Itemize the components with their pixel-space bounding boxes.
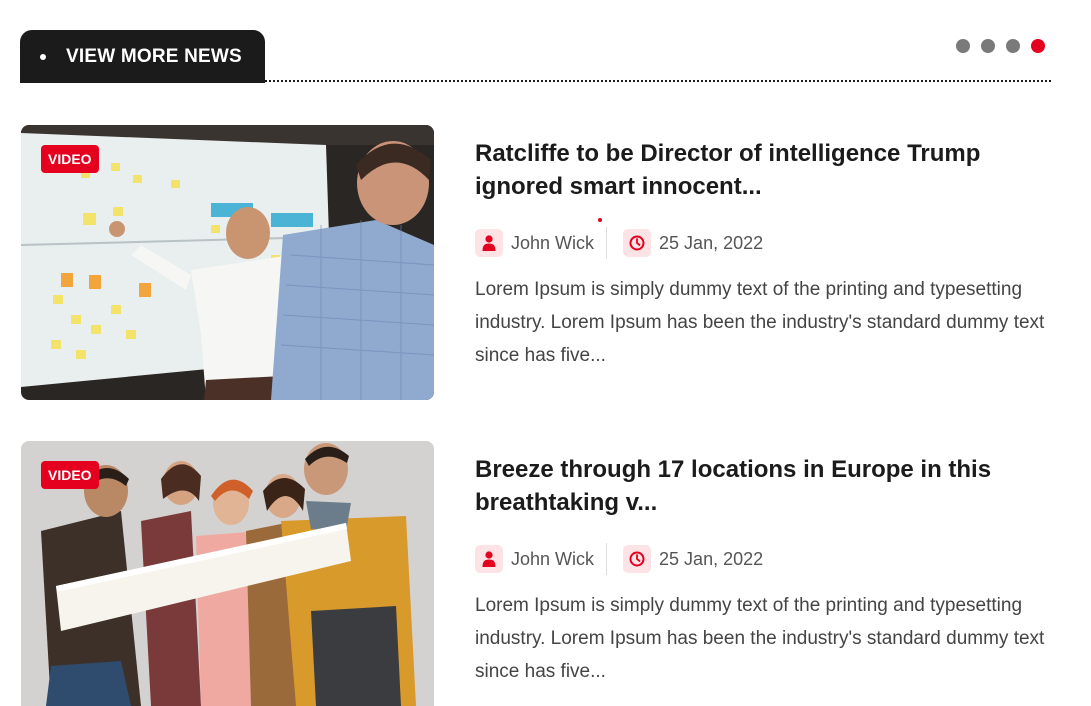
article-excerpt: Lorem Ipsum is simply dummy text of the … xyxy=(475,595,1045,682)
user-icon xyxy=(475,545,503,573)
article-body: Ratcliffe to be Director of intelligence… xyxy=(475,137,1045,372)
author-meta[interactable]: John Wick xyxy=(475,229,594,257)
article-title[interactable]: Ratcliffe to be Director of intelligence… xyxy=(475,137,1045,203)
clock-icon xyxy=(623,229,652,257)
video-badge: VIDEO xyxy=(41,461,99,489)
date-meta: 25 Jan, 2022 xyxy=(623,545,763,573)
video-badge: VIDEO xyxy=(41,145,99,173)
author-meta[interactable]: John Wick xyxy=(475,545,594,573)
article-title[interactable]: Breeze through 17 locations in Europe in… xyxy=(475,453,1045,519)
pagination-dot-1[interactable] xyxy=(956,39,970,53)
view-more-news-tab[interactable]: VIEW MORE NEWS xyxy=(20,30,265,83)
dotted-divider xyxy=(265,80,1051,82)
publish-date: 25 Jan, 2022 xyxy=(659,548,764,569)
article-excerpt: Lorem Ipsum is simply dummy text of the … xyxy=(475,279,1045,366)
pagination-dot-3[interactable] xyxy=(1006,39,1020,53)
decorative-dot xyxy=(598,218,602,222)
article-image[interactable]: VIDEO xyxy=(21,125,434,400)
date-meta: 25 Jan, 2022 xyxy=(623,229,763,257)
meta-separator xyxy=(606,543,608,575)
slider-pagination xyxy=(956,39,1045,53)
pagination-dot-4[interactable] xyxy=(1031,39,1045,53)
author-name: John Wick xyxy=(511,232,595,253)
article-meta: John Wick 25 Jan, 2022 xyxy=(475,227,1045,259)
meta-separator xyxy=(606,227,608,259)
section-title: VIEW MORE NEWS xyxy=(66,45,242,67)
publish-date: 25 Jan, 2022 xyxy=(659,232,764,253)
clock-icon xyxy=(623,545,652,573)
section-header: VIEW MORE NEWS xyxy=(20,30,1051,83)
bullet-icon xyxy=(40,53,46,60)
user-icon xyxy=(475,229,503,257)
pagination-dot-2[interactable] xyxy=(981,39,995,53)
article-meta: John Wick 25 Jan, 2022 xyxy=(475,543,1045,575)
article-body: Breeze through 17 locations in Europe in… xyxy=(475,453,1045,688)
author-name: John Wick xyxy=(511,548,595,569)
article-image[interactable]: VIDEO xyxy=(21,441,434,706)
